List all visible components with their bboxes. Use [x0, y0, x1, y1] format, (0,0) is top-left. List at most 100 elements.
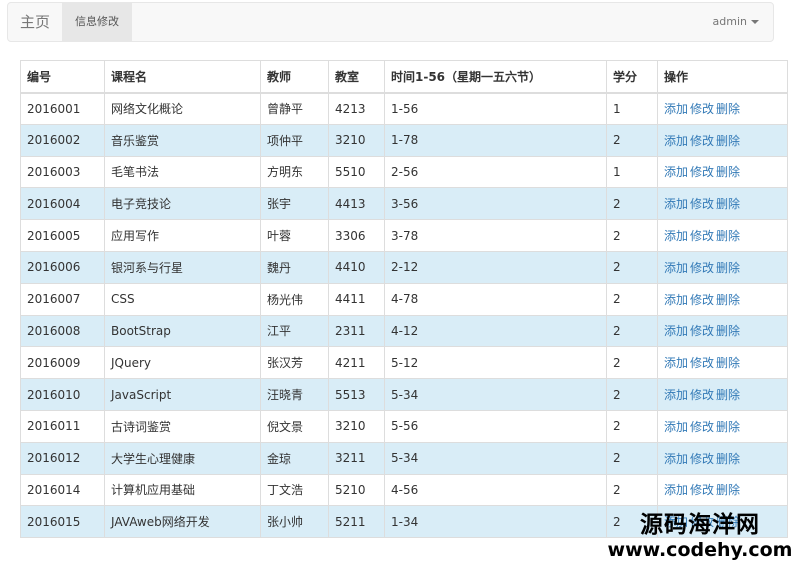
add-link[interactable]: 添加 [664, 229, 688, 243]
cell-room: 3210 [328, 409, 385, 443]
cell-course: 电子竞技论 [104, 187, 261, 221]
cell-teacher: 项仲平 [260, 123, 329, 157]
cell-credit: 2 [606, 219, 658, 252]
edit-link[interactable]: 修改 [690, 102, 714, 116]
cell-id: 2016002 [20, 123, 105, 157]
table-row: 2016012 大学生心理健康 金琼 3211 5-34 2 添加 修改 删除 [20, 441, 788, 475]
header-id: 编号 [20, 60, 105, 94]
delete-link[interactable]: 删除 [716, 165, 740, 179]
edit-link[interactable]: 修改 [690, 483, 714, 497]
cell-time: 1-34 [384, 505, 607, 539]
delete-link[interactable]: 删除 [716, 356, 740, 370]
edit-link[interactable]: 修改 [690, 356, 714, 370]
cell-id: 2016010 [20, 378, 105, 411]
delete-link[interactable]: 删除 [716, 134, 740, 148]
add-link[interactable]: 添加 [664, 515, 688, 529]
add-link[interactable]: 添加 [664, 165, 688, 179]
cell-teacher: 金琼 [260, 441, 329, 475]
cell-room: 3211 [328, 441, 385, 475]
top-navbar: 主页 信息修改 admin [7, 2, 774, 42]
edit-link[interactable]: 修改 [690, 388, 714, 402]
delete-link[interactable]: 删除 [716, 324, 740, 338]
cell-time: 4-78 [384, 282, 607, 316]
add-link[interactable]: 添加 [664, 356, 688, 370]
cell-actions: 添加 修改 删除 [657, 282, 788, 316]
cell-id: 2016001 [20, 92, 105, 125]
delete-link[interactable]: 删除 [716, 197, 740, 211]
delete-link[interactable]: 删除 [716, 102, 740, 116]
cell-course: BootStrap [104, 314, 261, 348]
delete-link[interactable]: 删除 [716, 293, 740, 307]
tab-info-edit[interactable]: 信息修改 [62, 3, 132, 41]
add-link[interactable]: 添加 [664, 388, 688, 402]
table-row: 2016011 古诗词鉴赏 倪文景 3210 5-56 2 添加 修改 删除 [20, 409, 788, 443]
cell-time: 3-78 [384, 219, 607, 252]
header-actions: 操作 [657, 60, 788, 94]
edit-link[interactable]: 修改 [690, 324, 714, 338]
delete-link[interactable]: 删除 [716, 229, 740, 243]
course-table-container: 编号 课程名 教师 教室 时间1-56（星期一五六节） 学分 操作 201600… [20, 60, 788, 539]
cell-credit: 1 [606, 155, 658, 189]
cell-credit: 2 [606, 250, 658, 284]
delete-link[interactable]: 删除 [716, 261, 740, 275]
cell-time: 5-34 [384, 441, 607, 475]
edit-link[interactable]: 修改 [690, 165, 714, 179]
add-link[interactable]: 添加 [664, 197, 688, 211]
add-link[interactable]: 添加 [664, 420, 688, 434]
add-link[interactable]: 添加 [664, 452, 688, 466]
add-link[interactable]: 添加 [664, 483, 688, 497]
cell-room: 4410 [328, 250, 385, 284]
cell-actions: 添加 修改 删除 [657, 473, 788, 507]
edit-link[interactable]: 修改 [690, 515, 714, 529]
edit-link[interactable]: 修改 [690, 197, 714, 211]
table-row: 2016001 网络文化概论 曾静平 4213 1-56 1 添加 修改 删除 [20, 92, 788, 125]
cell-course: 古诗词鉴赏 [104, 409, 261, 443]
table-row: 2016005 应用写作 叶蓉 3306 3-78 2 添加 修改 删除 [20, 219, 788, 252]
add-link[interactable]: 添加 [664, 134, 688, 148]
table-row: 2016003 毛笔书法 方明东 5510 2-56 1 添加 修改 删除 [20, 155, 788, 189]
header-course: 课程名 [104, 60, 261, 94]
delete-link[interactable]: 删除 [716, 388, 740, 402]
cell-id: 2016003 [20, 155, 105, 189]
cell-course: JavaScript [104, 378, 261, 411]
header-room: 教室 [328, 60, 385, 94]
edit-link[interactable]: 修改 [690, 261, 714, 275]
cell-teacher: 曾静平 [260, 92, 329, 125]
cell-course: CSS [104, 282, 261, 316]
user-dropdown[interactable]: admin [713, 3, 759, 41]
edit-link[interactable]: 修改 [690, 420, 714, 434]
edit-link[interactable]: 修改 [690, 293, 714, 307]
cell-actions: 添加 修改 删除 [657, 346, 788, 380]
cell-credit: 2 [606, 505, 658, 539]
delete-link[interactable]: 删除 [716, 483, 740, 497]
table-row: 2016014 计算机应用基础 丁文浩 5210 4-56 2 添加 修改 删除 [20, 473, 788, 507]
add-link[interactable]: 添加 [664, 102, 688, 116]
table-header-row: 编号 课程名 教师 教室 时间1-56（星期一五六节） 学分 操作 [20, 60, 788, 94]
cell-actions: 添加 修改 删除 [657, 155, 788, 189]
cell-time: 5-34 [384, 378, 607, 411]
cell-actions: 添加 修改 删除 [657, 92, 788, 125]
cell-id: 2016011 [20, 409, 105, 443]
cell-id: 2016006 [20, 250, 105, 284]
cell-room: 3306 [328, 219, 385, 252]
table-row: 2016009 JQuery 张汉芳 4211 5-12 2 添加 修改 删除 [20, 346, 788, 380]
cell-course: 银河系与行星 [104, 250, 261, 284]
add-link[interactable]: 添加 [664, 293, 688, 307]
cell-teacher: 方明东 [260, 155, 329, 189]
edit-link[interactable]: 修改 [690, 452, 714, 466]
table-row: 2016015 JAVAweb网络开发 张小帅 5211 1-34 2 添加 修改 删除 [20, 505, 788, 539]
cell-id: 2016005 [20, 219, 105, 252]
add-link[interactable]: 添加 [664, 261, 688, 275]
delete-link[interactable]: 删除 [716, 452, 740, 466]
delete-link[interactable]: 删除 [716, 420, 740, 434]
home-link[interactable]: 主页 [20, 3, 50, 43]
edit-link[interactable]: 修改 [690, 229, 714, 243]
cell-teacher: 丁文浩 [260, 473, 329, 507]
cell-course: 音乐鉴赏 [104, 123, 261, 157]
header-teacher: 教师 [260, 60, 329, 94]
add-link[interactable]: 添加 [664, 324, 688, 338]
user-name: admin [712, 15, 747, 28]
delete-link[interactable]: 删除 [716, 515, 740, 529]
cell-teacher: 张宇 [260, 187, 329, 221]
edit-link[interactable]: 修改 [690, 134, 714, 148]
